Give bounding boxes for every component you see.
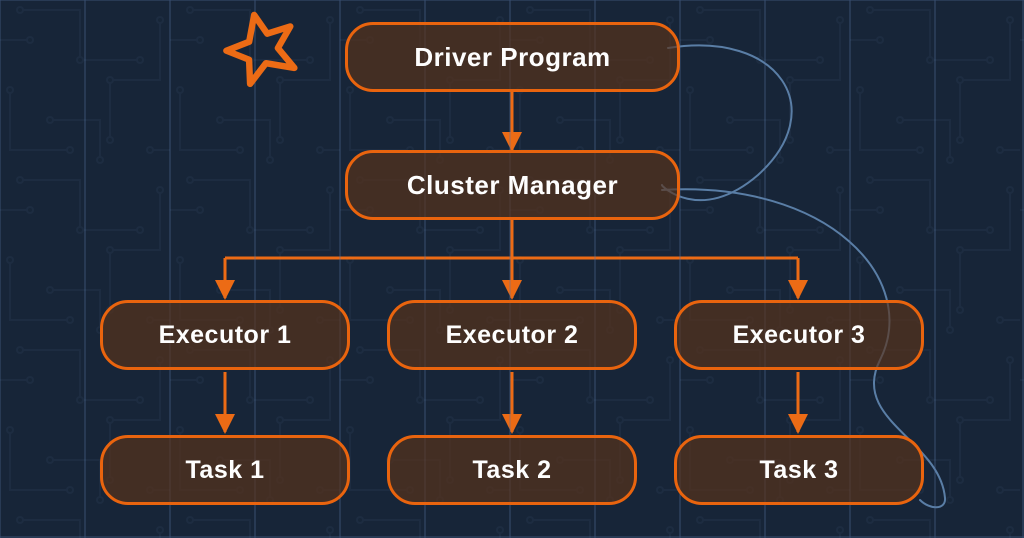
node-task-3: Task 3 — [674, 435, 924, 505]
node-executor-2: Executor 2 — [387, 300, 637, 370]
diagram-canvas: Driver Program Cluster Manager Executor … — [0, 0, 1024, 538]
node-driver-program: Driver Program — [345, 22, 680, 92]
node-label: Driver Program — [414, 42, 610, 73]
node-label: Cluster Manager — [407, 170, 618, 201]
node-label: Executor 3 — [733, 321, 866, 350]
node-executor-3: Executor 3 — [674, 300, 924, 370]
node-task-1: Task 1 — [100, 435, 350, 505]
node-task-2: Task 2 — [387, 435, 637, 505]
node-cluster-manager: Cluster Manager — [345, 150, 680, 220]
node-label: Task 2 — [473, 456, 552, 485]
node-label: Task 1 — [186, 456, 265, 485]
node-label: Executor 1 — [159, 321, 292, 350]
node-label: Executor 2 — [446, 321, 579, 350]
node-label: Task 3 — [760, 456, 839, 485]
node-executor-1: Executor 1 — [100, 300, 350, 370]
